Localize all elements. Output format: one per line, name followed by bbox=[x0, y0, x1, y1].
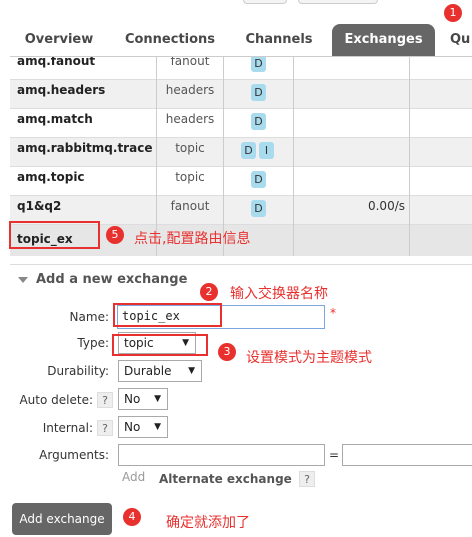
message-rate-out bbox=[410, 57, 472, 80]
auto-delete-label: Auto delete:? bbox=[10, 392, 113, 408]
message-rate-in bbox=[294, 225, 410, 256]
name-label: Name: bbox=[69, 310, 109, 324]
internal-label-text: Internal: bbox=[42, 421, 93, 435]
add-argument-link[interactable]: Add bbox=[122, 470, 145, 484]
table-row[interactable]: amq.fanout fanout D bbox=[10, 57, 472, 80]
feature-badge-durable: D bbox=[241, 142, 256, 159]
arguments-equals: = bbox=[329, 448, 340, 462]
annotation-marker-1: 1 bbox=[444, 4, 462, 22]
internal-select-value: No bbox=[124, 420, 141, 434]
message-rate-in bbox=[294, 109, 410, 138]
tab-channels[interactable]: Channels bbox=[236, 24, 322, 56]
feature-badge-durable: D bbox=[251, 113, 266, 130]
highlight-box-type bbox=[112, 334, 208, 356]
annotation-text-2: 输入交换器名称 bbox=[230, 286, 328, 302]
annotation-marker-2: 2 bbox=[200, 283, 218, 301]
exchange-name[interactable]: amq.rabbitmq.trace bbox=[17, 138, 152, 167]
highlight-box-topic-ex bbox=[9, 221, 100, 249]
exchange-name[interactable]: amq.topic bbox=[17, 167, 85, 196]
exchange-features: D bbox=[224, 109, 294, 138]
exchange-features: D bbox=[224, 167, 294, 196]
type-label: Type: bbox=[77, 336, 109, 350]
tab-exchanges[interactable]: Exchanges bbox=[332, 24, 435, 56]
auto-delete-select-value: No bbox=[124, 392, 141, 406]
feature-badge-durable: D bbox=[251, 57, 266, 72]
internal-select[interactable]: No ▼ bbox=[118, 416, 168, 438]
tab-queues[interactable]: Qu bbox=[450, 24, 472, 56]
message-rate-in bbox=[294, 138, 410, 167]
exchange-type: fanout bbox=[156, 196, 224, 225]
durability-select-value: Durable bbox=[124, 364, 172, 378]
feature-badge-durable: D bbox=[251, 171, 266, 188]
table-row[interactable]: amq.headers headers D bbox=[10, 80, 472, 109]
exchange-features: D bbox=[224, 80, 294, 109]
tab-connections[interactable]: Connections bbox=[120, 24, 220, 56]
dropdown-arrow-icon: ▼ bbox=[154, 394, 161, 404]
add-exchange-section-title: Add a new exchange bbox=[36, 272, 188, 287]
argument-value-input[interactable] bbox=[342, 444, 472, 466]
exchange-name[interactable]: amq.match bbox=[17, 109, 93, 138]
alternate-exchange-link[interactable]: Alternate exchange bbox=[159, 472, 292, 486]
message-rate-in bbox=[294, 80, 410, 109]
durability-label: Durability: bbox=[47, 364, 109, 378]
required-mark: * bbox=[330, 306, 336, 320]
dropdown-arrow-icon: ▼ bbox=[154, 422, 161, 432]
auto-delete-select[interactable]: No ▼ bbox=[118, 388, 168, 410]
auto-delete-help-icon[interactable]: ? bbox=[97, 392, 113, 408]
message-rate-out bbox=[410, 138, 472, 167]
annotation-text-4: 确定就添加了 bbox=[166, 515, 250, 531]
message-rate-out bbox=[410, 167, 472, 196]
dropdown-arrow-icon: ▼ bbox=[188, 366, 195, 376]
feature-badge-internal: I bbox=[259, 142, 274, 159]
message-rate-in: 0.00/s bbox=[294, 196, 410, 225]
durability-select[interactable]: Durable ▼ bbox=[118, 360, 202, 382]
message-rate-out bbox=[410, 225, 472, 254]
annotation-marker-3: 3 bbox=[218, 343, 236, 361]
internal-help-icon[interactable]: ? bbox=[97, 420, 113, 436]
exchange-type: headers bbox=[156, 80, 224, 109]
exchange-type: fanout bbox=[156, 57, 224, 80]
table-row[interactable]: amq.topic topic D bbox=[10, 167, 472, 196]
exchange-features: D bbox=[224, 57, 294, 80]
annotation-marker-4: 4 bbox=[123, 508, 141, 526]
feature-badge-durable: D bbox=[251, 200, 266, 217]
message-rate-out bbox=[410, 196, 472, 225]
exchange-name[interactable]: amq.headers bbox=[17, 80, 105, 109]
exchange-features: DI bbox=[224, 138, 294, 167]
highlight-box-name bbox=[113, 303, 222, 327]
exchange-name[interactable]: amq.fanout bbox=[17, 57, 95, 80]
collapse-triangle-icon bbox=[18, 276, 28, 283]
internal-label: Internal:? bbox=[10, 420, 113, 436]
exchange-type: topic bbox=[156, 167, 224, 196]
arguments-label: Arguments: bbox=[39, 448, 109, 462]
argument-key-input[interactable] bbox=[118, 444, 325, 466]
exchange-features: D bbox=[224, 196, 294, 225]
annotation-text-5: 点击,配置路由信息 bbox=[134, 231, 251, 247]
table-row[interactable]: amq.rabbitmq.trace topic DI bbox=[10, 138, 472, 167]
nav-tabs: Overview Connections Channels Exchanges … bbox=[0, 24, 472, 56]
top-control-stub bbox=[298, 0, 378, 4]
annotation-text-3: 设置模式为主题模式 bbox=[246, 350, 372, 366]
message-rate-in bbox=[294, 57, 410, 80]
add-exchange-section-toggle[interactable]: Add a new exchange bbox=[18, 272, 187, 287]
message-rate-out bbox=[410, 80, 472, 109]
section-divider bbox=[10, 264, 472, 265]
table-row[interactable]: amq.match headers D bbox=[10, 109, 472, 138]
alternate-exchange-help-icon[interactable]: ? bbox=[299, 471, 315, 487]
message-rate-out bbox=[410, 109, 472, 138]
annotation-marker-5: 5 bbox=[106, 226, 124, 244]
add-exchange-button[interactable]: Add exchange bbox=[12, 503, 112, 535]
tab-overview[interactable]: Overview bbox=[18, 24, 100, 56]
exchange-type: headers bbox=[156, 109, 224, 138]
exchange-type: topic bbox=[156, 138, 224, 167]
auto-delete-label-text: Auto delete: bbox=[19, 393, 93, 407]
message-rate-in bbox=[294, 167, 410, 196]
top-control-stub bbox=[243, 0, 287, 4]
feature-badge-durable: D bbox=[251, 84, 266, 101]
